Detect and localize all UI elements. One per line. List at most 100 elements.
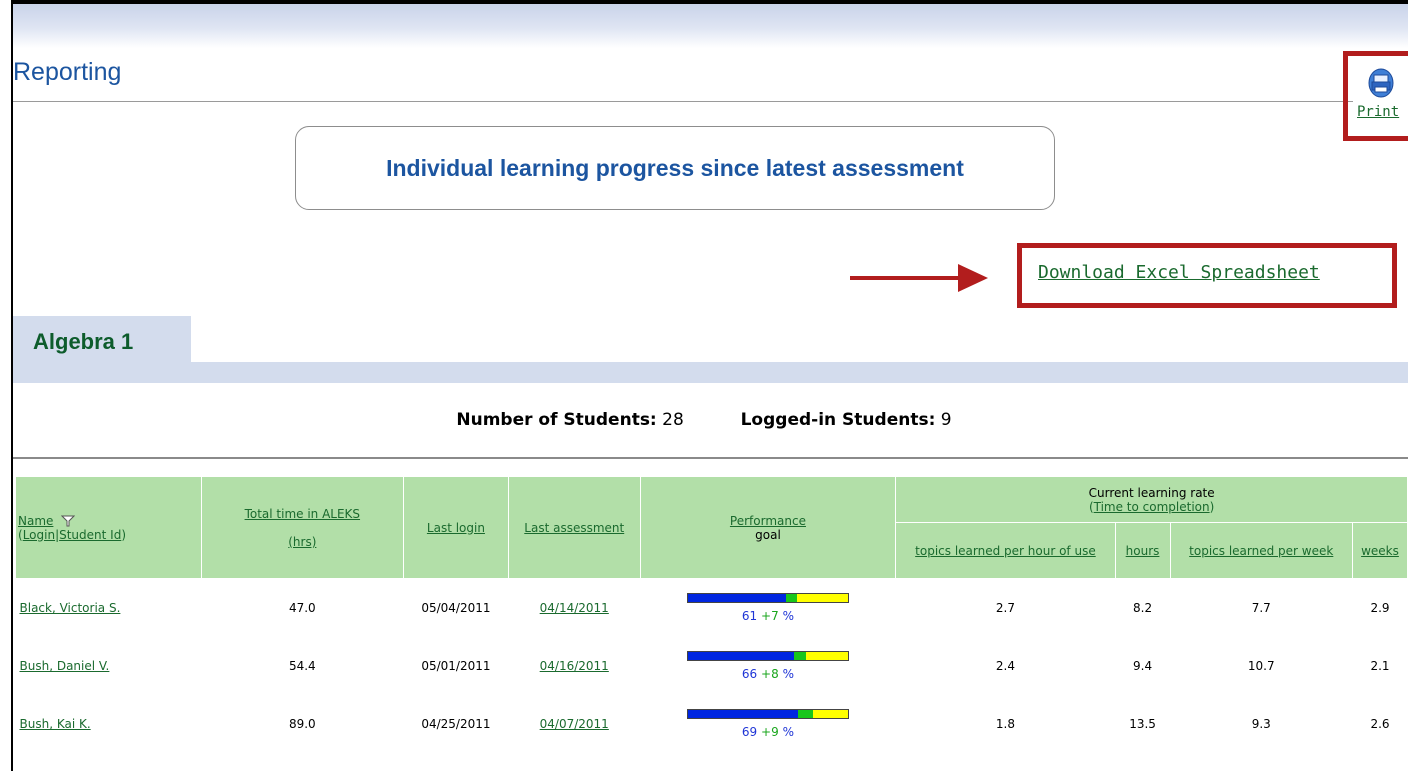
performance-bar-base — [687, 710, 799, 718]
total-time-cell: 47.0 — [288, 601, 316, 615]
last-assessment-header: Last assessment — [507, 476, 641, 579]
performance-bar — [686, 593, 849, 603]
performance-bar — [686, 709, 849, 719]
performance-text: 69 +9 % — [640, 725, 896, 739]
topics-per-hour-cell: 2.4 — [995, 659, 1015, 673]
table-row: Black, Victoria S. 47.0 05/04/2011 04/14/20… — [16, 579, 1408, 638]
performance-bar-gain — [793, 652, 807, 660]
student-name-cell: Black, Victoria S. — [16, 579, 202, 638]
tab-strip — [13, 362, 1408, 383]
window-frame-left — [0, 0, 13, 771]
learning-rate-header: Current learning rate (Time to completio… — [895, 476, 1408, 523]
weeks-header: weeks — [1351, 522, 1408, 579]
logged-in-label: Logged-in Students: — [740, 410, 936, 430]
performance-bar-gain — [798, 710, 813, 718]
tab-algebra-1[interactable]: Algebra 1 — [13, 316, 191, 362]
students-count-label: Number of Students: — [456, 410, 657, 430]
table-row: Bush, Kai K. 89.0 04/25/2011 04/07/2011 69 +… — [16, 695, 1408, 753]
performance-bar-gain — [785, 594, 797, 602]
performance-sort-link[interactable]: Performance — [730, 514, 806, 528]
performance-header: Performance goal — [639, 476, 897, 579]
last-login-header: Last login — [403, 476, 509, 579]
page-title: Reporting — [13, 58, 122, 86]
performance-cell: 61 +7 % — [640, 579, 896, 638]
performance-bar — [686, 651, 849, 661]
performance-bar-base — [687, 594, 786, 602]
name-header: Name (Login|Student Id) — [15, 476, 202, 579]
arrow-head-icon — [958, 264, 988, 292]
performance-base: 69 — [741, 725, 758, 739]
topics-per-hour-cell: 1.8 — [995, 717, 1015, 731]
performance-unit: % — [782, 725, 794, 739]
printer-icon[interactable] — [1368, 68, 1394, 98]
performance-bar-base — [687, 652, 794, 660]
students-count-value: 28 — [662, 410, 684, 430]
arrow-right-icon — [850, 276, 962, 280]
total-time-unit: (hrs) — [288, 534, 317, 549]
last-assessment-sort-link[interactable]: Last assessment — [524, 521, 624, 535]
report-heading-box: Individual learning progress since lates… — [295, 126, 1055, 210]
performance-cell: 69 +9 % — [640, 695, 896, 753]
funnel-icon[interactable] — [61, 515, 76, 527]
last-login-cell: 04/25/2011 — [421, 717, 491, 731]
login-sort-link[interactable]: Login — [23, 528, 55, 542]
total-time-header: Total time in ALEKS (hrs) — [200, 476, 405, 579]
title-divider — [13, 101, 1353, 102]
topics-per-hour-cell: 2.7 — [995, 601, 1015, 615]
last-login-cell: 05/01/2011 — [421, 659, 491, 673]
print-link[interactable]: Print — [1357, 104, 1399, 120]
topics-per-week-sort-link[interactable]: topics learned per week — [1189, 544, 1333, 558]
performance-gain: +7 — [761, 609, 779, 623]
name-sort-link[interactable]: Name — [18, 514, 53, 528]
topics-per-week-header: topics learned per week — [1169, 522, 1353, 579]
table-row: Bush, Daniel V. 54.4 05/01/2011 04/16/2011 6… — [16, 637, 1408, 695]
hours-cell: 8.2 — [1133, 601, 1153, 615]
weeks-cell: 2.6 — [1370, 717, 1390, 731]
last-login-sort-link[interactable]: Last login — [427, 521, 485, 535]
student-name-link[interactable]: Black, Victoria S. — [20, 601, 121, 615]
last-assessment-link[interactable]: 04/14/2011 — [540, 601, 609, 615]
student-name-link[interactable]: Bush, Daniel V. — [20, 659, 110, 673]
performance-bar-remaining — [796, 594, 848, 602]
total-time-sort-link[interactable]: Total time in ALEKS (hrs) — [245, 507, 360, 549]
progress-table: Name (Login|Student Id) Total time in AL… — [15, 476, 1408, 753]
logged-in-value: 9 — [940, 410, 952, 430]
report-heading: Individual learning progress since lates… — [386, 154, 964, 181]
performance-text: 66 +8 % — [640, 667, 896, 681]
performance-text: 61 +7 % — [640, 609, 896, 623]
performance-bar-remaining — [812, 710, 848, 718]
student-name-cell: Bush, Daniel V. — [16, 637, 202, 695]
performance-base: 66 — [741, 667, 758, 681]
total-time-cell: 54.4 — [288, 659, 316, 673]
topics-per-hour-sort-link[interactable]: topics learned per hour of use — [915, 544, 1096, 558]
topics-per-week-cell: 10.7 — [1247, 659, 1275, 673]
hours-header: hours — [1114, 522, 1171, 579]
download-excel-link[interactable]: Download Excel Spreadsheet — [1038, 262, 1320, 283]
last-assessment-link[interactable]: 04/07/2011 — [540, 717, 609, 731]
hours-sort-link[interactable]: hours — [1126, 544, 1160, 558]
performance-unit: % — [782, 609, 794, 623]
performance-unit: % — [782, 667, 794, 681]
last-assessment-cell: 04/14/2011 — [508, 579, 640, 638]
last-assessment-cell: 04/16/2011 — [508, 637, 640, 695]
last-assessment-link[interactable]: 04/16/2011 — [540, 659, 609, 673]
total-time-cell: 89.0 — [288, 717, 316, 731]
time-to-completion-link[interactable]: Time to completion — [1094, 500, 1210, 514]
topics-per-week-cell: 7.7 — [1251, 601, 1271, 615]
topics-per-hour-header: topics learned per hour of use — [895, 522, 1116, 579]
student-id-sort-link[interactable]: Student Id — [59, 528, 121, 542]
performance-gain: +8 — [761, 667, 779, 681]
header-band — [13, 4, 1408, 48]
stats-divider — [13, 457, 1408, 459]
hours-cell: 13.5 — [1129, 717, 1156, 731]
performance-gain: +9 — [761, 725, 779, 739]
performance-cell: 66 +8 % — [640, 637, 896, 695]
last-assessment-cell: 04/07/2011 — [508, 695, 640, 753]
learning-rate-label: Current learning rate — [1088, 485, 1215, 500]
student-name-link[interactable]: Bush, Kai K. — [20, 717, 91, 731]
goal-label: goal — [755, 527, 781, 542]
hours-cell: 9.4 — [1133, 659, 1153, 673]
weeks-cell: 2.1 — [1370, 659, 1390, 673]
weeks-sort-link[interactable]: weeks — [1361, 544, 1399, 558]
student-stats: Number of Students: 28 Logged-in Student… — [0, 410, 1408, 430]
